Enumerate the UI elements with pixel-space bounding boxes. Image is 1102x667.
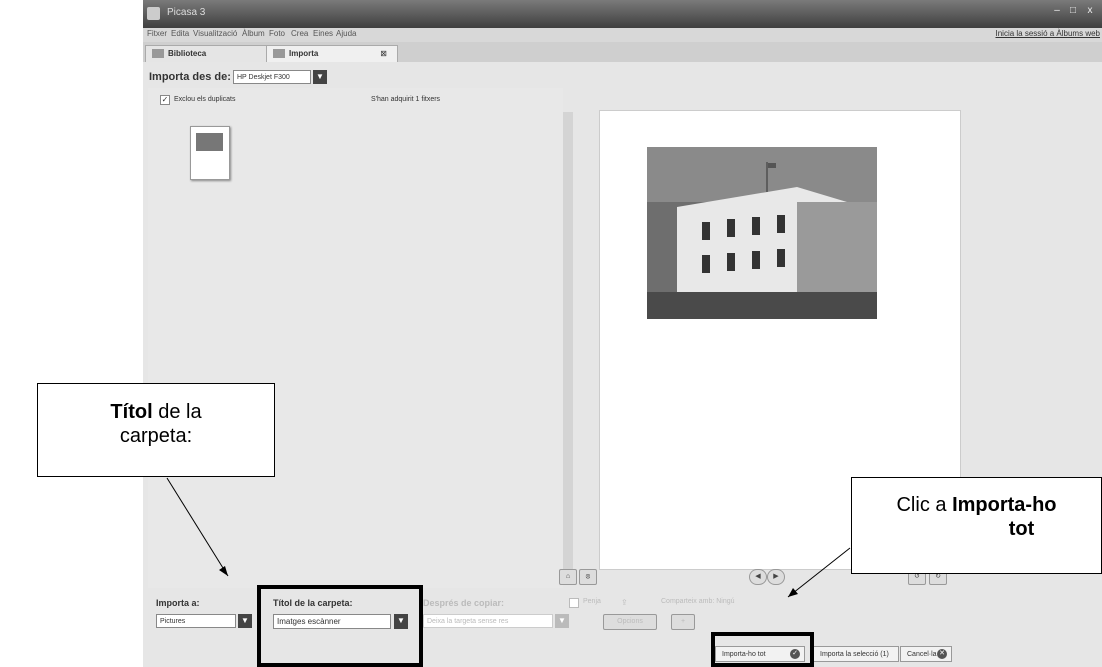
import-all-highlight: [711, 632, 814, 667]
callout-click-bold-2: tot: [1008, 518, 1035, 540]
import-all-callout: Clic a Importa-ho tot: [851, 477, 1102, 574]
callout-click-text: Clic a: [896, 494, 953, 516]
callout-click-bold-1: Importa-ho: [952, 494, 1057, 516]
folder-title-highlight: [257, 585, 423, 667]
